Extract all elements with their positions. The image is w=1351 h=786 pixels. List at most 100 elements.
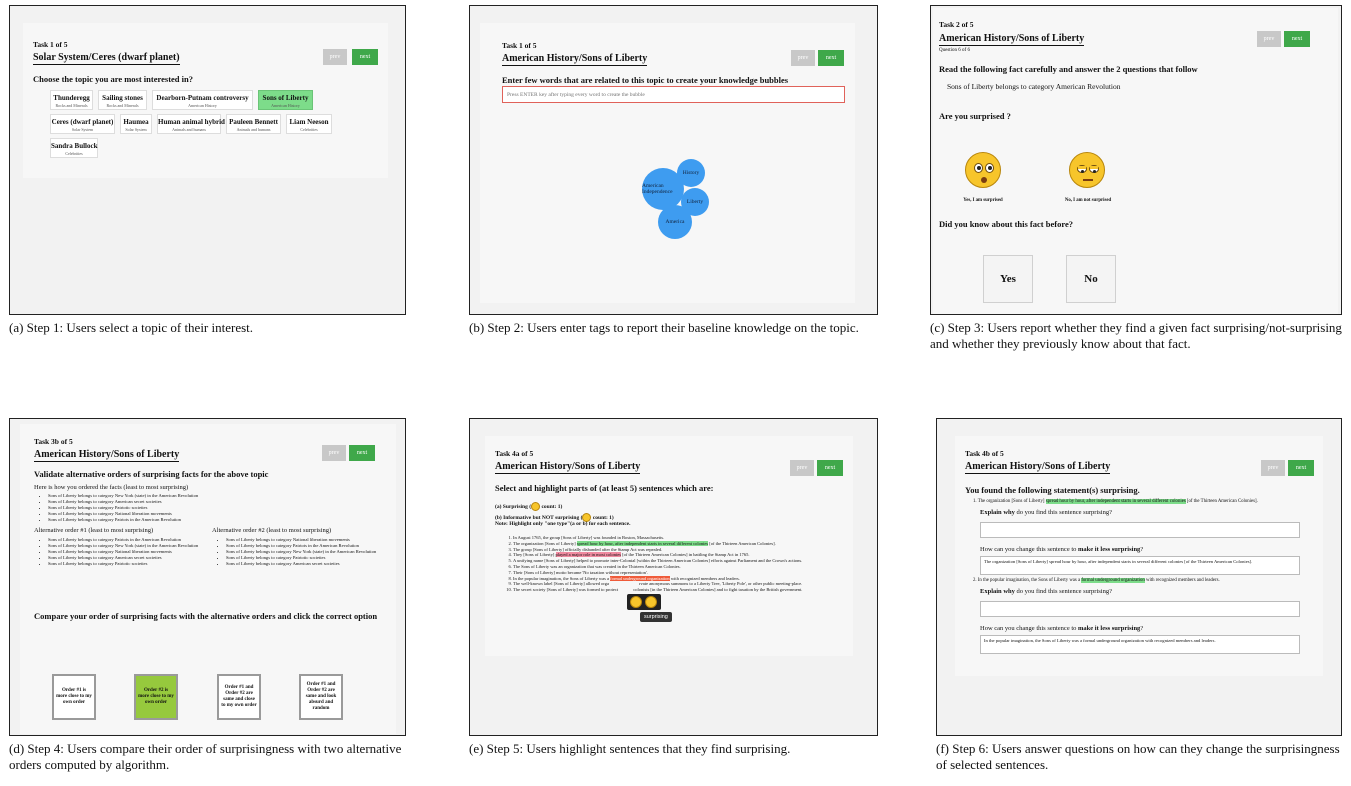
heading: You found the following statement(s) sur… (965, 485, 1140, 495)
panel-step6: Task 4b of 5 American History/Sons of Li… (936, 418, 1342, 736)
topic-pauleen-bennett[interactable]: Pauleen Bennett Animals and humans (226, 114, 281, 134)
own-order-label: Here is how you ordered the facts (least… (34, 484, 189, 491)
caption-d: (d) Step 4: Users compare their order of… (9, 741, 402, 772)
prev-button[interactable]: prev (323, 49, 347, 65)
alt2-label: Alternative order #2 (least to most surp… (212, 527, 332, 534)
topic-title: Solar System/Ceres (dwarf planet) (33, 52, 180, 65)
alt1-list: Sons of Liberty belongs to category Patr… (34, 537, 208, 567)
statement-2: 2. In the popular imagination, the Sons … (973, 578, 1220, 583)
task-card: Task 3b of 5 American History/Sons of Li… (20, 424, 396, 734)
task-card: Task 1 of 5 Solar System/Ceres (dwarf pl… (23, 23, 388, 178)
panel-step1: Task 1 of 5 Solar System/Ceres (dwarf pl… (9, 5, 406, 315)
panel-step4: Task 3b of 5 American History/Sons of Li… (9, 418, 406, 736)
yes-button[interactable]: Yes (983, 255, 1033, 303)
panel-step2: Task 1 of 5 American History/Sons of Lib… (469, 5, 878, 315)
explain-input-1[interactable] (980, 522, 1300, 538)
statement-1: 1. The organization [Sons of Liberty] sp… (973, 499, 1258, 504)
explain-input-2[interactable] (980, 601, 1300, 617)
sentence-list[interactable]: In August 1765, the group [Sons of Liber… (497, 535, 853, 593)
alt1-label: Alternative order #1 (least to most surp… (34, 527, 154, 534)
caption-a: (a) Step 1: Users select a topic of thei… (9, 320, 254, 335)
explain-prompt: Explain why do you find this sentence su… (980, 588, 1112, 595)
topic-title: American History/Sons of Liberty (965, 461, 1111, 474)
topic-title: American History/Sons of Liberty (502, 53, 648, 66)
task-card: Task 2 of 5 American History/Sons of Lib… (933, 8, 1338, 314)
no-button[interactable]: No (1066, 255, 1116, 303)
own-order-list: Sons of Liberty belongs to category New … (34, 493, 388, 523)
topic-title: American History/Sons of Liberty (495, 461, 641, 474)
task-card: Task 4a of 5 American History/Sons of Li… (485, 436, 853, 656)
caption-b: (b) Step 2: Users enter tags to report t… (469, 320, 859, 335)
surprising-count: (a) Surprising ( count: 1) (495, 502, 563, 511)
fact-text: Sons of Liberty belongs to category Amer… (947, 82, 1121, 91)
question: Choose the topic you are most interested… (33, 74, 193, 84)
prev-button[interactable]: prev (1261, 460, 1285, 476)
topic-human-animal-hybrid[interactable]: Human animal hybrid Animals and humans (157, 114, 225, 134)
highlight-picker (627, 594, 661, 610)
not-surprised-label: No, I am not surprised (1064, 198, 1112, 203)
rewrite-textarea-1[interactable]: The organization [Sons of Liberty] sprea… (980, 556, 1300, 575)
next-button[interactable]: next (817, 460, 843, 476)
panel-step3: Task 2 of 5 American History/Sons of Lib… (930, 5, 1342, 315)
bubble-america[interactable]: America (658, 205, 692, 239)
next-button[interactable]: next (352, 49, 378, 65)
tooltip: surprising (640, 612, 672, 622)
prev-button[interactable]: prev (791, 50, 815, 66)
heading: Validate alternative orders of surprisin… (34, 469, 269, 479)
rewrite-textarea-2[interactable]: In the popular imagination, the Sons of … (980, 635, 1300, 654)
topic-liam-neeson[interactable]: Liam Neeson Celebrities (286, 114, 332, 134)
topic-haumea[interactable]: Haumea Solar System (120, 114, 152, 134)
next-button[interactable]: next (349, 445, 375, 461)
topic-ceres[interactable]: Ceres (dwarf planet) Solar System (50, 114, 115, 134)
explain-prompt: Explain why do you find this sentence su… (980, 509, 1112, 516)
change-prompt: How can you change this sentence to make… (980, 546, 1144, 553)
heading: Select and highlight parts of (at least … (495, 483, 714, 493)
not-surprised-emoji-button[interactable] (645, 596, 657, 608)
topic-sons-of-liberty[interactable]: Sons of Liberty American History (258, 90, 313, 110)
topic-thunderegg[interactable]: Thunderegg Rocks and Minerals (50, 90, 93, 110)
question: Enter few words that are related to this… (502, 75, 789, 85)
option-order1-closer[interactable]: Order #1 is more close to my own order (52, 674, 96, 720)
topic-title: American History/Sons of Liberty (939, 33, 1085, 46)
surprised-emoji-icon (531, 502, 541, 511)
task-counter: Task 1 of 5 (502, 41, 537, 50)
note: Note: Highlight only "one type"(a or b) … (495, 521, 631, 527)
change-prompt: How can you change this sentence to make… (980, 625, 1144, 632)
next-button[interactable]: next (818, 50, 844, 66)
not-surprised-emoji-icon (1069, 152, 1105, 188)
task-counter: Task 2 of 5 (939, 20, 974, 29)
prev-button[interactable]: prev (322, 445, 346, 461)
topic-title: American History/Sons of Liberty (34, 449, 180, 462)
next-button[interactable]: next (1284, 31, 1310, 47)
question-counter: Question 6 of 6 (939, 48, 970, 53)
surprised-emoji-button[interactable] (630, 596, 642, 608)
not-surprised-face-button[interactable]: No, I am not surprised (1064, 152, 1112, 204)
compare-heading: Compare your order of surprising facts w… (34, 611, 378, 621)
task-card: Task 4b of 5 American History/Sons of Li… (955, 436, 1323, 676)
task-counter: Task 3b of 5 (34, 437, 73, 446)
knowledge-question: Did you know about this fact before? (939, 219, 1073, 229)
prev-button[interactable]: prev (1257, 31, 1281, 47)
option-order2-closer[interactable]: Order #2 is more close to my own order (134, 674, 178, 720)
topic-sailing-stones[interactable]: Sailing stones Rocks and Minerals (98, 90, 147, 110)
surprised-label: Yes, I am surprised (963, 198, 1003, 203)
tag-input[interactable] (502, 86, 845, 103)
task-card: Task 1 of 5 American History/Sons of Lib… (480, 23, 855, 303)
option-both-same-close[interactable]: Order #1 and Order #2 are same and close… (217, 674, 261, 720)
task-counter: Task 1 of 5 (33, 40, 68, 49)
option-both-absurd[interactable]: Order #1 and Order #2 are same and look … (299, 674, 343, 720)
instruction: Read the following fact carefully and an… (939, 64, 1198, 74)
bubble-history[interactable]: History (677, 159, 705, 187)
topic-sandra-bullock[interactable]: Sandra Bullock Celebrities (50, 138, 98, 158)
topic-dearborn-putnam[interactable]: Dearborn-Putnam controversy American Hist… (152, 90, 253, 110)
task-counter: Task 4b of 5 (965, 449, 1004, 458)
surprise-question: Are you surprised ? (939, 111, 1011, 121)
surprised-face-button[interactable]: Yes, I am surprised (961, 152, 1009, 204)
prev-button[interactable]: prev (790, 460, 814, 476)
caption-c: (c) Step 3: Users report whether they fi… (930, 320, 1342, 351)
panel-step5: Task 4a of 5 American History/Sons of Li… (469, 418, 878, 736)
caption-e: (e) Step 5: Users highlight sentences th… (469, 741, 791, 756)
alt2-list: Sons of Liberty belongs to category Nati… (212, 537, 396, 567)
surprised-emoji-icon (965, 152, 1001, 188)
next-button[interactable]: next (1288, 460, 1314, 476)
